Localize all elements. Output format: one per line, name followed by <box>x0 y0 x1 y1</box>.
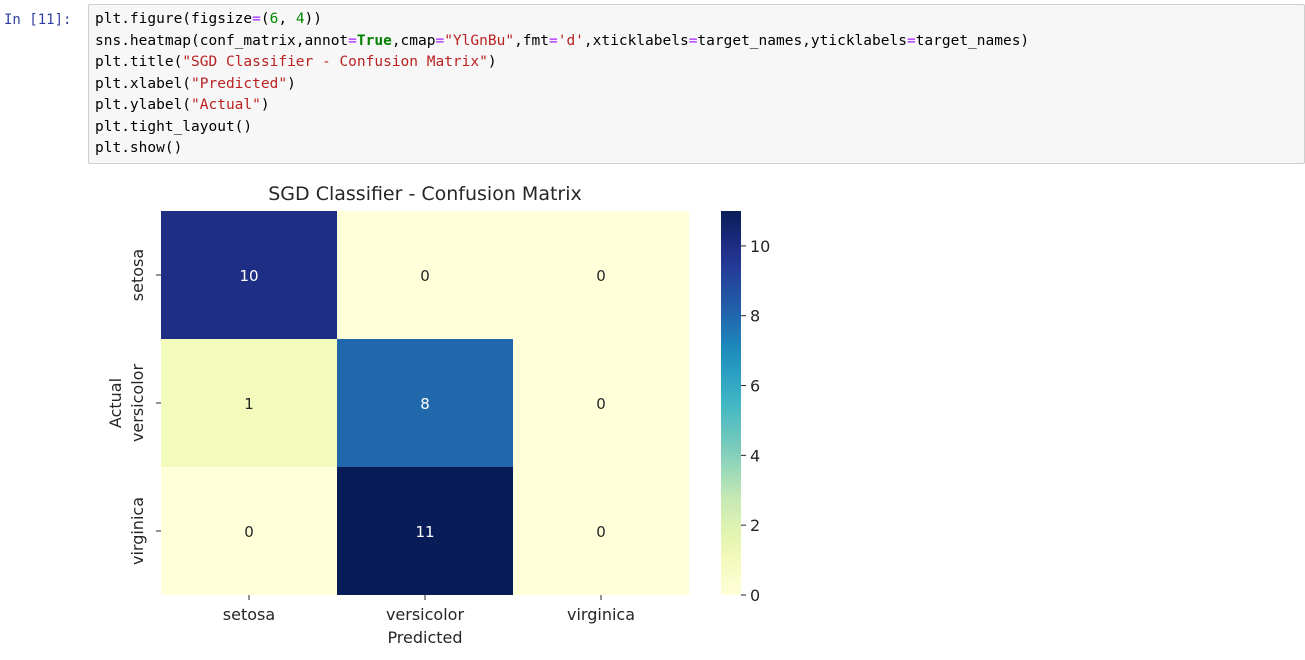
code-token: ,fmt <box>514 32 549 49</box>
code-line: plt.xlabel("Predicted") <box>95 74 1298 96</box>
x-axis-label: Predicted <box>387 628 462 647</box>
code-token: plt.ylabel( <box>95 97 192 113</box>
colorbar <box>721 211 741 595</box>
code-line: plt.figure(figsize=(6, 4)) <box>95 9 1298 31</box>
code-text: plt.figure(figsize=(6, 4)) sns.heatmap(co… <box>95 9 1298 160</box>
x-tick-label: setosa <box>223 605 275 624</box>
code-token: plt.show() <box>95 140 183 156</box>
colorbar-tick-label: 10 <box>750 237 770 256</box>
cell-annotation: 0 <box>244 523 254 541</box>
cell-prompt: In [11]: <box>4 12 72 28</box>
colorbar-tick-label: 4 <box>750 446 760 465</box>
code-line: plt.tight_layout() <box>95 117 1298 139</box>
x-tick-label: versicolor <box>386 605 464 624</box>
code-token: ) <box>287 75 296 92</box>
y-tick-label: versicolor <box>128 364 147 442</box>
y-axis-label: Actual <box>106 378 125 428</box>
code-token: = <box>435 32 445 49</box>
code-line: plt.title("SGD Classifier - Confusion Ma… <box>95 52 1298 74</box>
cell-annotation: 1 <box>244 395 254 413</box>
confusion-matrix-heatmap: SGD Classifier - Confusion Matrix 10 0 0 1 8 0… <box>106 183 770 647</box>
code-token: ,cmap <box>391 32 436 49</box>
code-token: 4 <box>295 11 305 27</box>
colorbar-tick-label: 8 <box>750 307 760 326</box>
code-token: "Predicted" <box>191 75 288 92</box>
cell-annotation: 10 <box>239 267 258 285</box>
colorbar-tick-label: 0 <box>750 586 760 605</box>
code-token: plt.tight_layout() <box>95 118 253 135</box>
cell-annotation: 0 <box>596 267 606 285</box>
code-token: "Actual" <box>191 97 261 113</box>
code-token: ( <box>260 11 270 27</box>
y-tick-label: virginica <box>128 497 147 565</box>
code-token: target_names,yticklabels <box>697 32 907 49</box>
code-token: = <box>548 32 558 49</box>
x-tick-label: virginica <box>567 605 635 624</box>
code-token: sns.heatmap(conf_matrix,annot <box>95 32 349 49</box>
code-token: , <box>278 11 296 27</box>
code-token: ) <box>260 97 270 113</box>
colorbar-tick-label: 6 <box>750 377 760 396</box>
chart-title: SGD Classifier - Confusion Matrix <box>268 183 582 205</box>
cell-annotation: 0 <box>420 267 430 285</box>
cell-annotation: 8 <box>420 395 430 413</box>
code-token: plt.figure(figsize <box>95 11 253 27</box>
y-tick-label: setosa <box>128 249 147 301</box>
code-line: plt.show() <box>95 138 1298 160</box>
code-token: "SGD Classifier - Confusion Matrix" <box>182 54 488 70</box>
code-token: "YlGnBu" <box>444 32 515 49</box>
code-token: )) <box>304 11 323 27</box>
cell-annotation: 0 <box>596 395 606 413</box>
code-token: plt.title( <box>95 54 183 70</box>
cell-annotation: 11 <box>415 523 434 541</box>
code-line: plt.ylabel("Actual") <box>95 95 1298 117</box>
colorbar-tick-label: 2 <box>750 516 760 535</box>
code-cell-editor[interactable]: plt.figure(figsize=(6, 4)) sns.heatmap(co… <box>88 4 1305 164</box>
code-token: = <box>348 32 357 49</box>
cell-output: SGD Classifier - Confusion Matrix 10 0 0 1 8 0… <box>90 170 810 658</box>
code-token: target_names) <box>915 32 1030 49</box>
code-token: ) <box>487 54 497 70</box>
code-line: sns.heatmap(conf_matrix,annot=True,cmap=… <box>95 31 1298 53</box>
code-token: ,xticklabels <box>583 32 689 49</box>
code-token: = <box>252 11 261 27</box>
cell-annotation: 0 <box>596 523 606 541</box>
code-token: = <box>906 32 916 49</box>
code-token: plt.xlabel( <box>95 75 192 92</box>
code-token: True <box>356 32 392 49</box>
code-token: 'd' <box>557 32 584 49</box>
